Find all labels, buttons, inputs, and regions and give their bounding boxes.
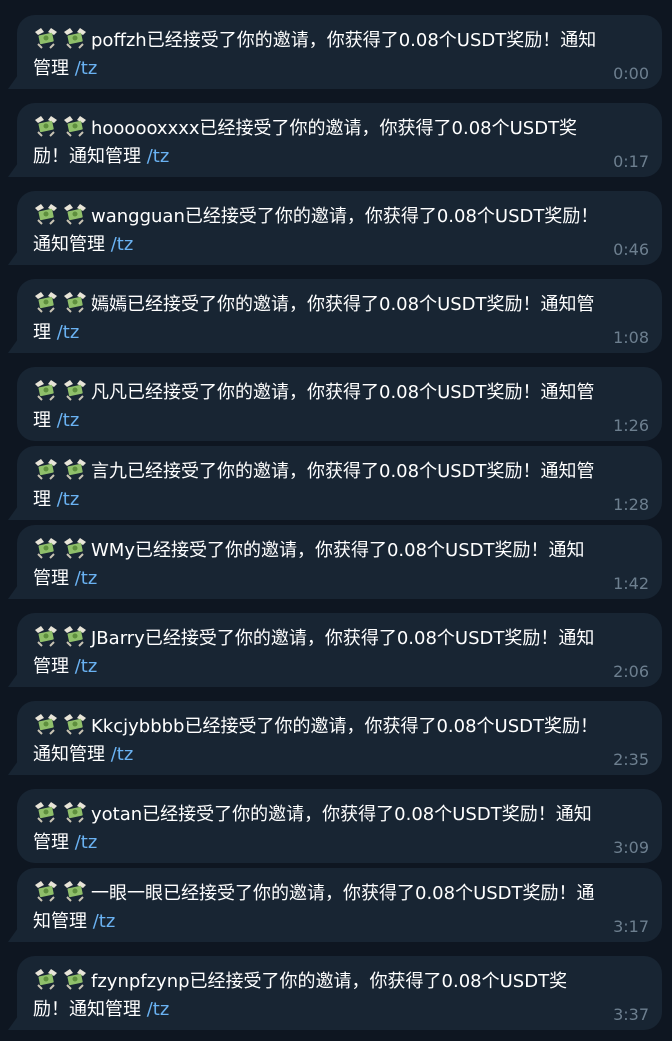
money-with-wings-icon bbox=[35, 881, 57, 902]
message-time: 2:35 bbox=[613, 750, 649, 769]
tz-command-link[interactable]: /tz bbox=[57, 322, 80, 343]
message-text: hoooooxxxx已经接受了你的邀请，你获得了0.08个USDT奖励！通知管理 bbox=[33, 118, 578, 167]
message-bubble[interactable]: poffzh已经接受了你的邀请，你获得了0.08个USDT奖励！通知管理 /tz… bbox=[17, 15, 662, 89]
message-bubble[interactable]: 凡凡已经接受了你的邀请，你获得了0.08个USDT奖励！通知管理 /tz 1:2… bbox=[17, 367, 662, 441]
money-with-wings-icon bbox=[64, 204, 86, 225]
message-text: poffzh已经接受了你的邀请，你获得了0.08个USDT奖励！通知管理 bbox=[33, 30, 597, 79]
money-with-wings-icon bbox=[64, 459, 86, 480]
message-time: 1:08 bbox=[613, 328, 649, 347]
tz-command-link[interactable]: /tz bbox=[57, 410, 80, 431]
message-bubble[interactable]: 嫣嫣已经接受了你的邀请，你获得了0.08个USDT奖励！通知管理 /tz 1:0… bbox=[17, 279, 662, 353]
tz-command-link[interactable]: /tz bbox=[111, 744, 134, 765]
message-time: 0:00 bbox=[613, 64, 649, 83]
message-time: 0:46 bbox=[613, 240, 649, 259]
money-with-wings-icon bbox=[64, 881, 86, 902]
tz-command-link[interactable]: /tz bbox=[111, 234, 134, 255]
message-bubble[interactable]: WMy已经接受了你的邀请，你获得了0.08个USDT奖励！通知管理 /tz 1:… bbox=[17, 525, 662, 599]
message-text: 言九已经接受了你的邀请，你获得了0.08个USDT奖励！通知管理 bbox=[33, 461, 595, 510]
message-text: 一眼一眼已经接受了你的邀请，你获得了0.08个USDT奖励！通知管理 bbox=[33, 883, 595, 932]
tz-command-link[interactable]: /tz bbox=[147, 146, 170, 167]
money-with-wings-icon bbox=[64, 380, 86, 401]
money-with-wings-icon bbox=[64, 538, 86, 559]
money-with-wings-icon bbox=[35, 292, 57, 313]
message-text: JBarry已经接受了你的邀请，你获得了0.08个USDT奖励！通知管理 bbox=[33, 628, 595, 677]
money-with-wings-icon bbox=[64, 714, 86, 735]
money-with-wings-icon bbox=[35, 28, 57, 49]
message-text: 凡凡已经接受了你的邀请，你获得了0.08个USDT奖励！通知管理 bbox=[33, 382, 595, 431]
message-time: 1:28 bbox=[613, 495, 649, 514]
money-with-wings-icon bbox=[35, 626, 57, 647]
message-text: yotan已经接受了你的邀请，你获得了0.08个USDT奖励！通知管理 bbox=[33, 804, 592, 853]
tz-command-link[interactable]: /tz bbox=[147, 999, 170, 1020]
message-time: 2:06 bbox=[613, 662, 649, 681]
message-bubble[interactable]: wangguan已经接受了你的邀请，你获得了0.08个USDT奖励！通知管理 /… bbox=[17, 191, 662, 265]
tz-command-link[interactable]: /tz bbox=[75, 656, 98, 677]
money-with-wings-icon bbox=[64, 116, 86, 137]
money-with-wings-icon bbox=[35, 969, 57, 990]
money-with-wings-icon bbox=[35, 714, 57, 735]
message-bubble[interactable]: 言九已经接受了你的邀请，你获得了0.08个USDT奖励！通知管理 /tz 1:2… bbox=[17, 446, 662, 520]
money-with-wings-icon bbox=[64, 292, 86, 313]
money-with-wings-icon bbox=[64, 28, 86, 49]
message-text: WMy已经接受了你的邀请，你获得了0.08个USDT奖励！通知管理 bbox=[33, 540, 585, 589]
message-bubble[interactable]: fzynpfzynp已经接受了你的邀请，你获得了0.08个USDT奖励！通知管理… bbox=[17, 956, 662, 1030]
money-with-wings-icon bbox=[35, 204, 57, 225]
message-bubble[interactable]: Kkcjybbbb已经接受了你的邀请，你获得了0.08个USDT奖励！通知管理 … bbox=[17, 701, 662, 775]
message-text: fzynpfzynp已经接受了你的邀请，你获得了0.08个USDT奖励！通知管理 bbox=[33, 971, 568, 1020]
chat-history[interactable]: poffzh已经接受了你的邀请，你获得了0.08个USDT奖励！通知管理 /tz… bbox=[0, 0, 672, 1041]
message-bubble[interactable]: 一眼一眼已经接受了你的邀请，你获得了0.08个USDT奖励！通知管理 /tz 3… bbox=[17, 868, 662, 942]
message-bubble[interactable]: JBarry已经接受了你的邀请，你获得了0.08个USDT奖励！通知管理 /tz… bbox=[17, 613, 662, 687]
message-bubble[interactable]: hoooooxxxx已经接受了你的邀请，你获得了0.08个USDT奖励！通知管理… bbox=[17, 103, 662, 177]
money-with-wings-icon bbox=[35, 459, 57, 480]
message-text: 嫣嫣已经接受了你的邀请，你获得了0.08个USDT奖励！通知管理 bbox=[33, 294, 595, 343]
money-with-wings-icon bbox=[64, 969, 86, 990]
message-time: 1:42 bbox=[613, 574, 649, 593]
money-with-wings-icon bbox=[64, 802, 86, 823]
tz-command-link[interactable]: /tz bbox=[75, 568, 98, 589]
message-time: 3:09 bbox=[613, 838, 649, 857]
money-with-wings-icon bbox=[35, 538, 57, 559]
money-with-wings-icon bbox=[35, 116, 57, 137]
message-time: 0:17 bbox=[613, 152, 649, 171]
message-time: 3:17 bbox=[613, 917, 649, 936]
message-time: 1:26 bbox=[613, 416, 649, 435]
tz-command-link[interactable]: /tz bbox=[57, 489, 80, 510]
money-with-wings-icon bbox=[64, 626, 86, 647]
tz-command-link[interactable]: /tz bbox=[75, 58, 98, 79]
tz-command-link[interactable]: /tz bbox=[75, 832, 98, 853]
money-with-wings-icon bbox=[35, 380, 57, 401]
tz-command-link[interactable]: /tz bbox=[93, 911, 116, 932]
message-time: 3:37 bbox=[613, 1005, 649, 1024]
money-with-wings-icon bbox=[35, 802, 57, 823]
message-bubble[interactable]: yotan已经接受了你的邀请，你获得了0.08个USDT奖励！通知管理 /tz … bbox=[17, 789, 662, 863]
